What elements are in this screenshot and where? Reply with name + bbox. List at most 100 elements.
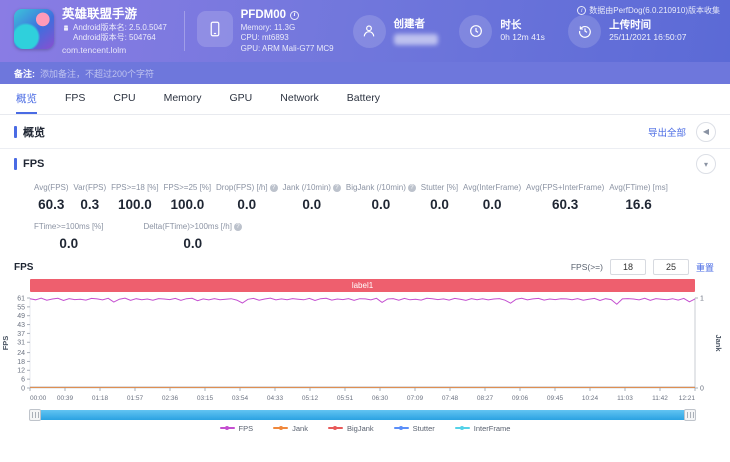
stat-avg-fps-: Avg(FPS) 60.3: [34, 183, 69, 212]
svg-text:61: 61: [17, 295, 25, 302]
stat-value: 100.0: [170, 197, 205, 212]
note-bar[interactable]: 备注: 添加备注，不超过200个字符: [0, 62, 730, 84]
legend-item-fps[interactable]: FPS: [219, 423, 254, 433]
history-icon: [578, 25, 591, 38]
tab-FPS[interactable]: FPS: [65, 84, 85, 114]
duration-value: 0h 12m 41s: [500, 32, 545, 43]
svg-text:00:00: 00:00: [30, 395, 47, 402]
upload-block: 上传时间 25/11/2021 16:50:07: [568, 14, 724, 48]
svg-text:03:54: 03:54: [232, 395, 249, 402]
svg-text:24: 24: [17, 350, 25, 357]
duration-block: 时长 0h 12m 41s: [459, 14, 562, 48]
tab-CPU[interactable]: CPU: [113, 84, 135, 114]
svg-text:FPS: FPS: [1, 336, 10, 351]
overview-title: 概览: [23, 126, 45, 139]
stat-value: 0.0: [482, 197, 502, 212]
svg-text:10:24: 10:24: [582, 395, 599, 402]
svg-text:11:03: 11:03: [617, 395, 633, 402]
stat-value: 0.0: [430, 197, 449, 212]
device-info-icon[interactable]: i: [290, 10, 300, 20]
svg-text:04:33: 04:33: [267, 395, 284, 402]
stat-delta-ftime-100ms-h-: Delta(FTime)>100ms [/h]? 0.0: [144, 222, 242, 251]
stat-label: BigJank (/10min)?: [346, 183, 416, 192]
svg-text:07:09: 07:09: [407, 395, 424, 402]
stat-label: Drop(FPS) [/h]?: [216, 183, 278, 192]
tab-Battery[interactable]: Battery: [347, 84, 380, 114]
creator-name-redacted: [393, 33, 438, 45]
stat-value: 0.0: [59, 236, 79, 251]
stat-value: 100.0: [117, 197, 152, 212]
tab-GPU[interactable]: GPU: [230, 84, 253, 114]
range-handle-right[interactable]: [684, 409, 696, 421]
fps-panel-title: FPS: [23, 158, 45, 170]
svg-text:05:51: 05:51: [337, 395, 354, 402]
stat-label: Var(FPS): [73, 183, 107, 192]
stat-drop-fps-h-: Drop(FPS) [/h]? 0.0: [216, 183, 278, 212]
legend-label: InterFrame: [473, 423, 511, 433]
range-handle-left[interactable]: [29, 409, 41, 421]
svg-text:6: 6: [21, 377, 25, 384]
tab-Network[interactable]: Network: [280, 84, 319, 114]
header-divider: [183, 11, 185, 51]
stat-jank-10min-: Jank (/10min)? 0.0: [283, 183, 341, 212]
fps-threshold-high-input[interactable]: [652, 259, 689, 275]
fps-line-chart[interactable]: 061218243137434955610100:00 00:39 01:18 01:…: [0, 292, 730, 409]
help-icon[interactable]: ?: [407, 184, 416, 192]
fps-threshold-low-input[interactable]: [609, 259, 646, 275]
svg-text:55: 55: [17, 304, 25, 311]
stat-avg-interframe-: Avg(InterFrame) 0.0: [463, 183, 521, 212]
legend-label: Jank: [292, 423, 308, 433]
info-icon: i: [577, 6, 587, 15]
note-label: 备注:: [14, 68, 35, 79]
svg-text:09:06: 09:06: [512, 395, 529, 402]
app-icon: [14, 8, 54, 49]
stat-value: 16.6: [625, 197, 652, 212]
svg-text:08:27: 08:27: [477, 395, 494, 402]
device-gpu: GPU: ARM Mali-G77 MC9: [240, 43, 334, 53]
help-icon[interactable]: ?: [332, 184, 341, 192]
svg-text:0: 0: [700, 385, 704, 392]
svg-text:18: 18: [17, 359, 25, 366]
app-version-code: Android版本号: 504764: [73, 32, 156, 42]
stat-label: Stutter [%]: [420, 183, 459, 192]
title-accent-bar: [14, 125, 17, 138]
collapse-overview-button[interactable]: ◀: [696, 121, 716, 142]
legend-item-bigjank[interactable]: BigJank: [327, 423, 374, 433]
stat-value: 0.3: [80, 197, 100, 212]
stat-label: Avg(FPS): [34, 183, 69, 192]
android-icon: [64, 24, 68, 31]
stat-value: 0.0: [183, 236, 203, 251]
tab-bar: 概览 FPS CPU Memory GPU Network Battery: [0, 84, 730, 115]
reset-thresholds-link[interactable]: 重置: [696, 261, 714, 274]
legend-item-jank[interactable]: Jank: [273, 424, 308, 433]
legend-label: FPS: [238, 423, 254, 433]
app-version-name: Android版本名: 2.5.0.5047: [73, 22, 167, 32]
collapse-fps-button[interactable]: ▾: [696, 154, 716, 174]
legend-item-stutter[interactable]: Stutter: [393, 424, 435, 433]
stat-stutter-: Stutter [%] 0.0: [421, 183, 458, 212]
stat-bigjank-10min-: BigJank (/10min)? 0.0: [346, 183, 416, 212]
fps-chart-header: FPS FPS(>=) 重置: [0, 255, 730, 279]
legend-label: BigJank: [346, 423, 374, 433]
stat-avg-fps-interframe-: Avg(FPS+InterFrame) 60.3: [526, 183, 604, 212]
stat-value: 0.0: [237, 197, 257, 212]
stat-label: Jank (/10min)?: [283, 183, 341, 192]
svg-text:12:21: 12:21: [679, 395, 696, 402]
svg-text:11:42: 11:42: [652, 395, 668, 402]
svg-text:49: 49: [17, 313, 25, 320]
help-icon[interactable]: ?: [233, 223, 242, 231]
tab-概览[interactable]: 概览: [16, 84, 37, 114]
svg-text:12: 12: [17, 368, 25, 375]
help-icon[interactable]: ?: [269, 184, 278, 192]
title-accent-bar: [14, 158, 17, 170]
svg-text:03:15: 03:15: [197, 395, 214, 402]
stat-fps-25-: FPS>=25 [%] 100.0: [164, 183, 212, 212]
chart-legend: FPS Jank BigJank Stutter InterFrame: [0, 421, 730, 435]
export-all-link[interactable]: 导出全部: [648, 125, 686, 139]
legend-item-interframe[interactable]: InterFrame: [454, 423, 511, 433]
note-placeholder[interactable]: 添加备注，不超过200个字符: [40, 67, 154, 80]
chart-range-scrollbar[interactable]: [29, 409, 696, 421]
svg-text:43: 43: [17, 322, 25, 329]
tab-Memory[interactable]: Memory: [164, 84, 202, 114]
svg-text:09:45: 09:45: [547, 395, 564, 402]
